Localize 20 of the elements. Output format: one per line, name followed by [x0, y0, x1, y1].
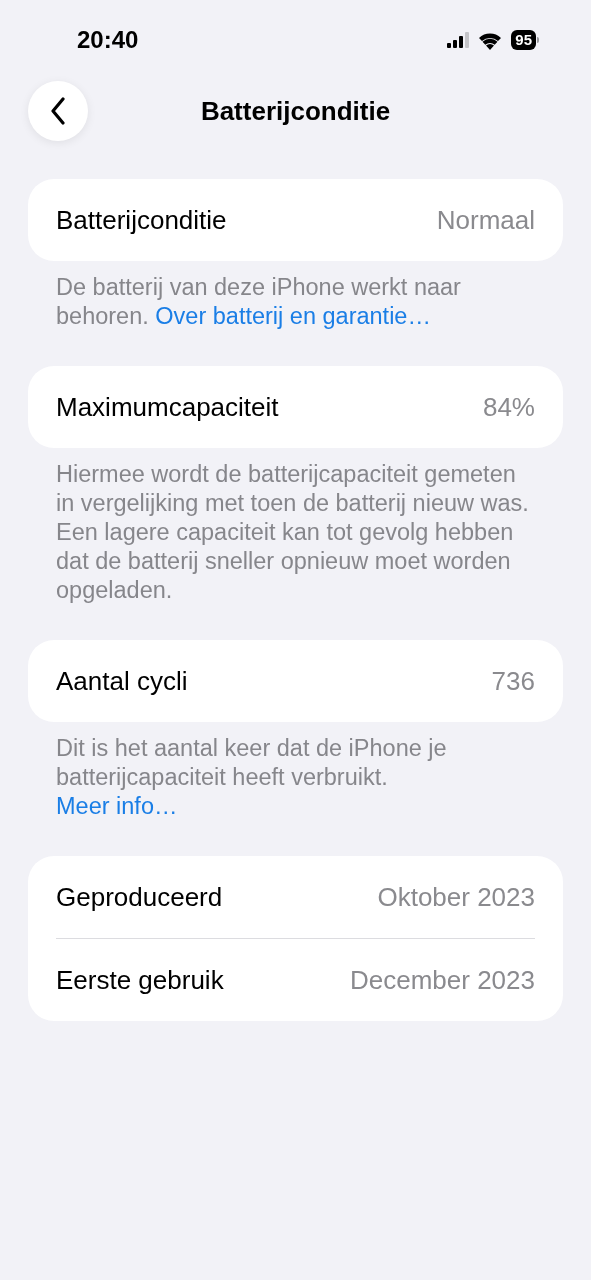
- chevron-left-icon: [50, 97, 66, 125]
- section-footnote: Dit is het aantal keer dat de iPhone je batterijcapaciteit heeft verbruikt. Meer info…: [55, 734, 448, 821]
- row-value: 736: [491, 665, 535, 697]
- info-link[interactable]: Meer info…: [56, 792, 178, 821]
- section-footnote: Hiermee wordt de batterijcapaciteit gemeten in vergelijking met toen de batterij nieuw was. Een lagere capaciteit kan tot gevolg hebben dat de batterij sneller opnieuw moet worden opgeladen.: [55, 460, 530, 605]
- battery-icon: 95: [511, 30, 539, 50]
- row-value: December 2023: [350, 964, 535, 996]
- row-value: Normaal: [436, 204, 535, 236]
- row-value: 84%: [482, 391, 535, 423]
- row-label: Batterijconditie: [56, 204, 227, 236]
- info-link[interactable]: Over batterij en garantie…: [155, 303, 431, 329]
- row-label: Eerste gebruik: [56, 964, 224, 996]
- status-time: 20:40: [77, 26, 139, 54]
- row-label: Maximumcapaciteit: [56, 391, 279, 423]
- signal-icon: [447, 32, 470, 48]
- section-footnote: De batterij van deze iPhone werkt naar behoren. Over batterij en garantie…: [55, 273, 462, 331]
- row-label: Geproduceerd: [56, 881, 223, 913]
- row-label: Aantal cycli: [56, 665, 188, 697]
- row-value: Oktober 2023: [377, 881, 535, 913]
- page-title: Batterijconditie: [200, 95, 391, 127]
